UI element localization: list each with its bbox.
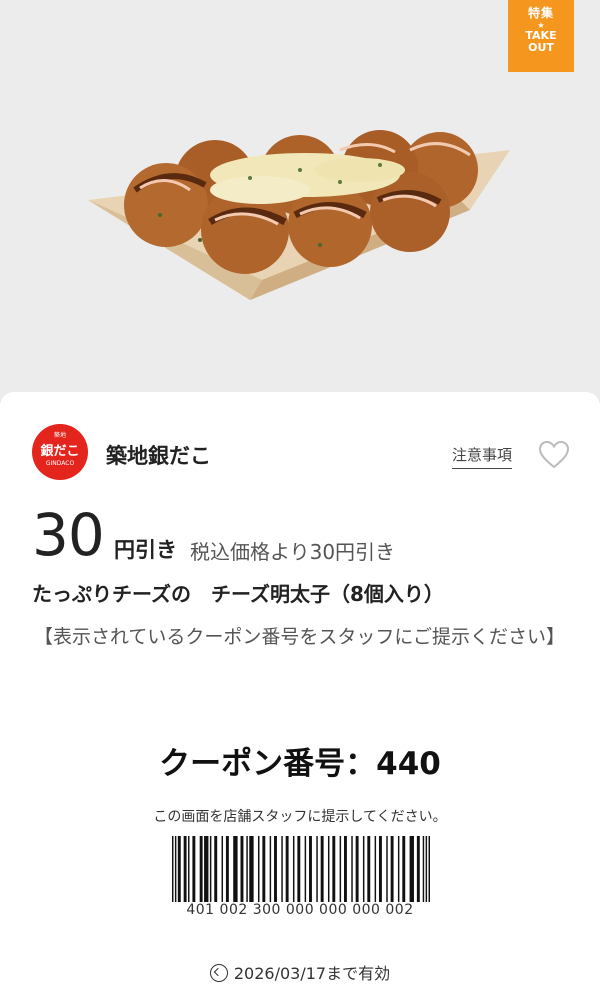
barcode-bar — [304, 836, 307, 902]
barcode-bar — [246, 836, 248, 902]
barcode-bar — [332, 836, 336, 902]
barcode-bar — [225, 836, 229, 902]
discount-description: 税込価格より30円引き — [190, 540, 396, 564]
barcode-bar — [316, 836, 318, 902]
barcode-bar — [362, 836, 365, 902]
barcode-bar — [258, 836, 260, 902]
coupon-page: 特集 ★ TAKE OUT 築地 銀だこ GINDACO 築地銀だこ 注意事項 … — [0, 0, 600, 990]
barcode-bar — [320, 836, 324, 902]
barcode-bar — [402, 836, 406, 902]
barcode-bar — [374, 836, 377, 902]
barcode-bar — [285, 836, 289, 902]
barcode-bar — [378, 836, 382, 902]
barcode-bar — [397, 836, 400, 902]
barcode-bar — [233, 836, 238, 902]
barcode-bar — [416, 836, 420, 902]
barcode-bar — [249, 836, 254, 902]
barcode-bar — [177, 836, 181, 902]
brand-logo: 築地 銀だこ GINDACO — [32, 424, 88, 480]
barcode-bar — [309, 836, 312, 902]
barcode-bar — [386, 836, 388, 902]
heart-outline-icon[interactable] — [538, 440, 570, 470]
expiry: 2026/03/17まで有効 — [0, 960, 600, 984]
barcode-bar — [214, 836, 218, 902]
barcode-bar — [199, 836, 203, 902]
barcode-bar — [367, 836, 371, 902]
barcode-bar — [192, 836, 196, 902]
coupon-number: クーポン番号：440 — [159, 746, 441, 782]
barcode-bar — [188, 836, 190, 902]
instruction-text: 【表示されているクーポン番号をスタッフにご提示ください】 — [34, 626, 566, 648]
present-note: この画面を店舗スタッフに提示してください。 — [153, 809, 447, 825]
barcode-bar — [204, 836, 209, 902]
barcode — [172, 836, 430, 902]
barcode-bar — [221, 836, 224, 902]
barcode-digits: 401 002 300 000 000 000 002 — [186, 902, 414, 918]
barcode-bar — [428, 836, 430, 902]
badge-label: 特集 — [527, 6, 554, 20]
clock-icon — [209, 964, 228, 982]
badge-out: OUT — [528, 41, 554, 54]
expiry-text: 2026/03/17まで有効 — [233, 964, 391, 983]
barcode-bar — [262, 836, 266, 902]
barcode-bar — [269, 836, 272, 902]
hero-image: 特集 ★ TAKE OUT — [0, 0, 600, 400]
notes-link[interactable]: 注意事項 — [452, 444, 513, 469]
barcode-bar — [172, 836, 174, 902]
barcode-bar — [351, 836, 353, 902]
discount-amount: 30 — [32, 501, 105, 569]
barcode-bar — [425, 836, 428, 902]
barcode-bar — [339, 836, 342, 902]
logo-top-text: 築地 — [53, 432, 66, 439]
barcode-bar — [274, 836, 277, 902]
barcode-bar — [240, 836, 244, 902]
barcode-bar — [409, 836, 414, 902]
barcode-bar — [355, 836, 359, 902]
barcode-bar — [390, 836, 394, 902]
product-name: たっぷりチーズの チーズ明太子（8個入り） — [32, 582, 444, 606]
barcode-bar — [327, 836, 330, 902]
brand-name[interactable]: 築地銀だこ — [106, 440, 211, 470]
barcode-bar — [344, 836, 347, 902]
barcode-bar — [209, 836, 212, 902]
takeout-badge: 特集 ★ TAKE OUT — [508, 0, 574, 72]
discount-unit: 円引き — [114, 538, 177, 562]
barcode-bar — [422, 836, 425, 902]
logo-sub-text: GINDACO — [45, 460, 75, 467]
barcode-bar — [297, 836, 301, 902]
logo-text: 銀だこ — [40, 444, 80, 459]
barcode-bar — [174, 836, 177, 902]
barcode-bar — [292, 836, 295, 902]
barcode-bar — [183, 836, 187, 902]
barcode-bar — [281, 836, 283, 902]
